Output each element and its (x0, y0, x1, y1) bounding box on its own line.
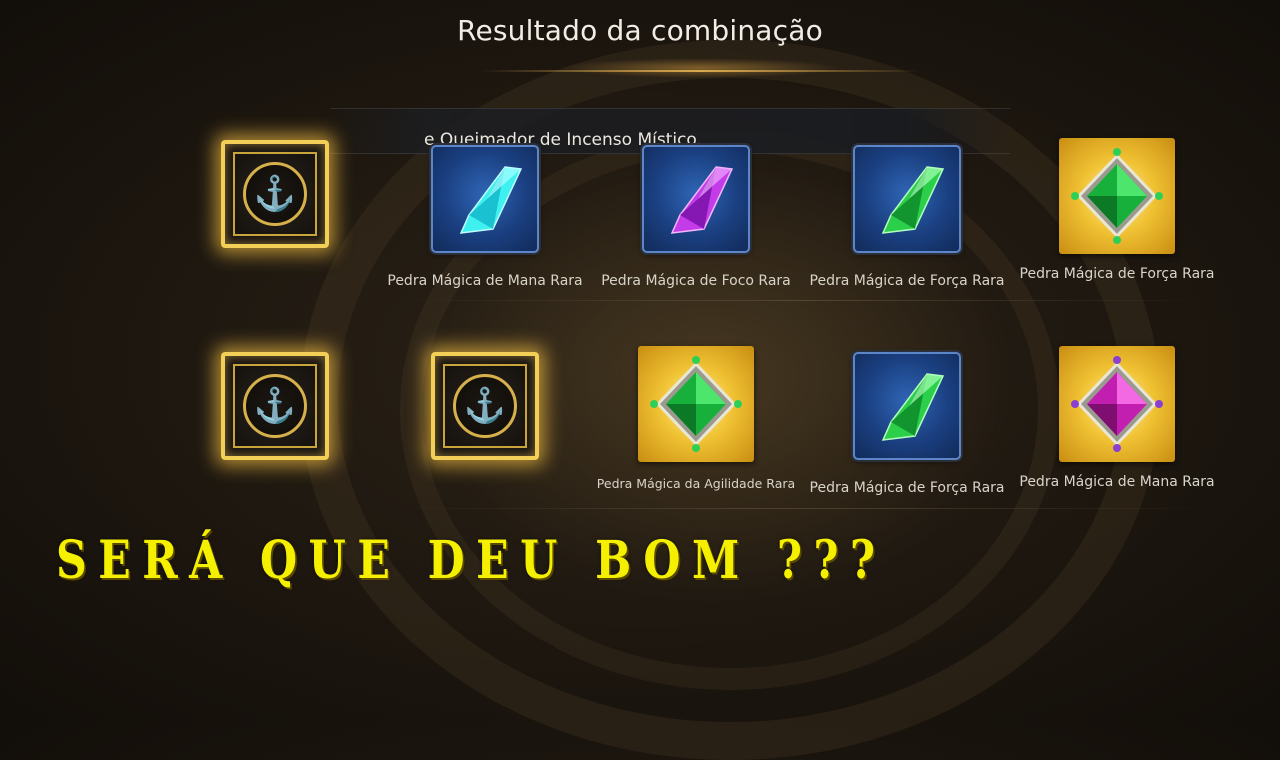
item-label: Pedra Mágica de Mana Rara (1019, 474, 1215, 490)
overlay-caption: SERÁ QUE DEU BOM ??? (56, 530, 887, 591)
result-slot[interactable]: Pedra Mágica da Agilidade Rara (591, 346, 801, 496)
item-label: Pedra Mágica de Força Rara (809, 273, 1005, 289)
dragon-icon: ⚓ (453, 374, 517, 438)
strength-stone-icon (853, 145, 961, 253)
item-label: Pedra Mágica de Foco Rara (601, 273, 791, 289)
item-label: Pedra Mágica de Força Rara (1019, 266, 1215, 282)
result-slot[interactable]: Pedra Mágica de Mana Rara (380, 145, 590, 295)
result-slot[interactable]: ⚓ (170, 352, 380, 502)
item-label: Pedra Mágica de Força Rara (809, 480, 1005, 496)
title-divider (480, 70, 920, 72)
mana-stone-icon (431, 145, 539, 253)
result-slot[interactable]: Pedra Mágica de Força Rara (802, 352, 1012, 502)
dragon-box-icon: ⚓ (431, 352, 539, 460)
strength-stone-icon (1059, 138, 1175, 254)
agility-stone-icon (638, 346, 754, 462)
item-label: Pedra Mágica da Agilidade Rara (596, 476, 796, 491)
result-slot[interactable]: Pedra Mágica de Força Rara (1012, 138, 1222, 288)
dragon-box-icon: ⚓ (221, 140, 329, 248)
mana-stone-icon (1059, 346, 1175, 462)
dragon-box-icon: ⚓ (221, 352, 329, 460)
dragon-icon: ⚓ (243, 374, 307, 438)
row-divider (390, 508, 1220, 509)
page-title: Resultado da combinação (457, 14, 823, 47)
strength-stone-icon (853, 352, 961, 460)
dragon-icon: ⚓ (243, 162, 307, 226)
result-slot[interactable]: Pedra Mágica de Foco Rara (591, 145, 801, 295)
result-slot[interactable]: ⚓ (380, 352, 590, 502)
result-slot[interactable]: ⚓ (170, 140, 380, 290)
row-divider (390, 300, 1220, 301)
title-glow (560, 58, 840, 78)
result-slot[interactable]: Pedra Mágica de Mana Rara (1012, 346, 1222, 496)
item-label: Pedra Mágica de Mana Rara (387, 273, 583, 289)
result-slot[interactable]: Pedra Mágica de Força Rara (802, 145, 1012, 295)
focus-stone-icon (642, 145, 750, 253)
